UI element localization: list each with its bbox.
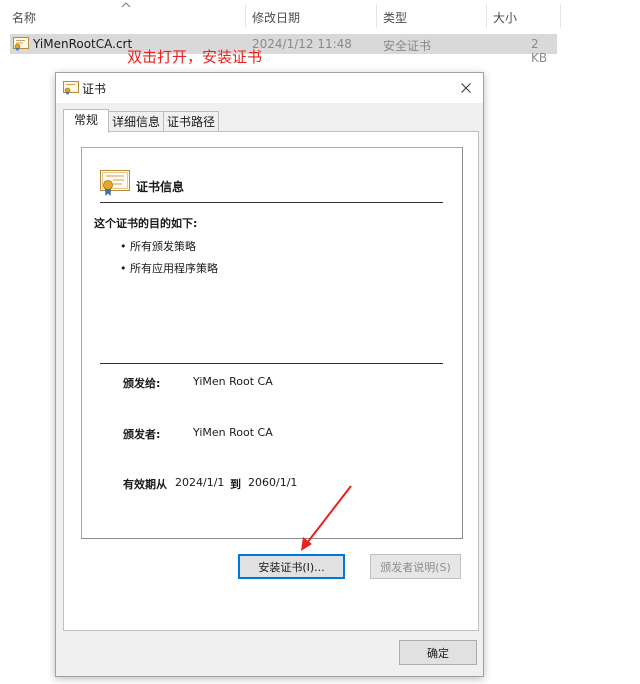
info-title: 证书信息 xyxy=(136,180,185,194)
column-divider[interactable] xyxy=(560,4,561,28)
file-size: 2 KB xyxy=(531,37,548,65)
column-modified[interactable]: 修改日期 xyxy=(252,9,300,26)
purpose-item: • 所有颁发策略 xyxy=(120,240,196,253)
column-size[interactable]: 大小 xyxy=(493,9,517,26)
certificate-file-icon xyxy=(13,37,29,51)
ok-button[interactable]: 确定 xyxy=(399,640,477,665)
dialog-title: 证书 xyxy=(82,82,107,96)
validity-to-label: 到 xyxy=(230,478,241,491)
install-certificate-button[interactable]: 安装证书(I)... xyxy=(238,554,345,579)
annotation-text: 双击打开，安装证书 xyxy=(127,48,263,66)
divider-bottom xyxy=(100,363,443,364)
issued-to-label: 颁发给: xyxy=(123,377,161,390)
close-icon xyxy=(461,83,471,93)
general-tab-panel: 证书信息 这个证书的目的如下: • 所有颁发策略 • 所有应用程序策略 颁发给:… xyxy=(63,131,479,631)
file-row[interactable]: YiMenRootCA.crt 2024/1/12 11:48 安全证书 2 K… xyxy=(10,34,557,65)
column-divider[interactable] xyxy=(486,4,487,28)
file-type: 安全证书 xyxy=(383,39,432,53)
tab-details[interactable]: 详细信息 xyxy=(108,111,164,132)
explorer-column-header: 名称 修改日期 类型 大小 xyxy=(0,0,640,32)
column-divider[interactable] xyxy=(245,4,246,28)
purpose-item: • 所有应用程序策略 xyxy=(120,262,218,275)
tab-general[interactable]: 常规 xyxy=(63,109,109,133)
column-type[interactable]: 类型 xyxy=(383,9,407,26)
column-divider[interactable] xyxy=(376,4,377,28)
certificate-icon xyxy=(63,81,79,95)
issued-by-label: 颁发者: xyxy=(123,428,161,441)
dialog-titlebar[interactable]: 证书 xyxy=(56,73,483,103)
certificate-large-icon xyxy=(100,170,130,196)
divider-top xyxy=(100,202,443,203)
purpose-heading: 这个证书的目的如下: xyxy=(94,217,198,230)
validity-label: 有效期从 xyxy=(123,478,167,491)
certificate-dialog: 证书 常规 详细信息 证书路径 证书信息 这个证书的目的如下: • 所有颁发策略… xyxy=(55,72,484,677)
column-name[interactable]: 名称 xyxy=(12,9,36,26)
file-name: YiMenRootCA.crt xyxy=(33,37,133,51)
close-button[interactable] xyxy=(453,76,479,100)
issued-to-value: YiMen Root CA xyxy=(193,375,273,388)
valid-from-value: 2024/1/1 xyxy=(175,476,225,489)
sort-ascending-icon xyxy=(121,2,131,8)
valid-to-value: 2060/1/1 xyxy=(248,476,298,489)
file-modified: 2024/1/12 11:48 xyxy=(252,37,352,51)
tab-cert-path[interactable]: 证书路径 xyxy=(163,111,219,132)
certificate-info-box: 证书信息 这个证书的目的如下: • 所有颁发策略 • 所有应用程序策略 颁发给:… xyxy=(81,147,463,539)
issued-by-value: YiMen Root CA xyxy=(193,426,273,439)
issuer-statement-button[interactable]: 颁发者说明(S) xyxy=(370,554,461,579)
